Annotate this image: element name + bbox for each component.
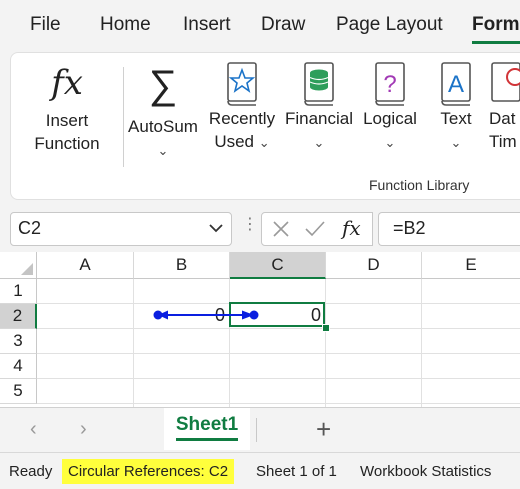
- financial-book-icon: [304, 62, 334, 106]
- insert-function-label-2: Function: [34, 134, 100, 153]
- logical-glyph: ?: [383, 71, 396, 98]
- text-glyph: A: [448, 71, 464, 98]
- recently-used-label-2: Used ⌄: [207, 130, 277, 154]
- text-label: Text: [440, 109, 472, 128]
- clock-book-icon: [491, 62, 520, 102]
- sheet-tab-bar: ‹ › Sheet1 +: [0, 407, 520, 452]
- tab-draw[interactable]: Draw: [261, 14, 305, 36]
- gridline: [325, 279, 326, 407]
- status-bar: Ready Circular References: C2 Sheet 1 of…: [0, 452, 520, 489]
- chevron-left-icon[interactable]: ‹: [30, 418, 37, 441]
- fill-handle[interactable]: [322, 324, 330, 332]
- gridline: [37, 328, 520, 329]
- tab-insert[interactable]: Insert: [183, 14, 231, 36]
- date-time-button[interactable]: Dat Tim: [489, 61, 520, 153]
- row-header-1[interactable]: 1: [0, 279, 37, 304]
- add-sheet-button[interactable]: +: [316, 414, 331, 445]
- financial-label: Financial: [284, 109, 354, 128]
- chevron-down-icon: ⌄: [157, 143, 169, 158]
- formula-text: =B2: [393, 218, 426, 238]
- sigma-icon: ∑: [148, 63, 178, 107]
- formula-input[interactable]: =B2: [378, 212, 520, 246]
- chevron-right-icon[interactable]: ›: [80, 418, 87, 441]
- sheet-tab-sheet1[interactable]: Sheet1: [164, 408, 250, 450]
- name-box[interactable]: C2: [10, 212, 232, 246]
- chevron-down-icon: ⌄: [384, 135, 396, 150]
- gridline: [421, 279, 422, 407]
- chevron-down-icon[interactable]: [209, 223, 223, 233]
- row-header-4[interactable]: 4: [0, 354, 37, 379]
- sheet-tab-label: Sheet1: [175, 414, 239, 441]
- insert-function-fx-icon[interactable]: fx: [342, 216, 361, 240]
- tab-page-layout[interactable]: Page Layout: [336, 14, 443, 36]
- column-header-a[interactable]: A: [37, 252, 134, 279]
- chevron-down-icon: ⌄: [450, 135, 462, 150]
- column-header-d[interactable]: D: [326, 252, 422, 279]
- chevron-down-icon: ⌄: [258, 135, 270, 150]
- financial-button[interactable]: Financial ⌄: [283, 61, 355, 154]
- select-all-corner[interactable]: [0, 252, 37, 279]
- column-header-e[interactable]: E: [422, 252, 520, 279]
- select-all-triangle-icon: [21, 263, 33, 275]
- group-label-function-library: Function Library: [369, 177, 470, 193]
- formula-actions: fx: [261, 212, 373, 246]
- date-time-label-1: Dat: [489, 109, 516, 128]
- trace-precedents-arrow: [153, 310, 259, 320]
- recently-used-button[interactable]: Recently Used ⌄: [207, 61, 277, 154]
- column-header-b[interactable]: B: [134, 252, 230, 279]
- date-time-label-2: Tim: [489, 132, 517, 151]
- tab-home[interactable]: Home: [100, 14, 151, 36]
- logical-label: Logical: [363, 109, 417, 128]
- gridline: [37, 353, 520, 354]
- ribbon-panel: fx Insert Function ∑ AutoSum ⌄ Recently …: [10, 52, 520, 200]
- more-options-icon[interactable]: ⋮: [242, 214, 258, 234]
- row-header-3[interactable]: 3: [0, 329, 37, 354]
- gridline: [133, 279, 134, 407]
- status-ready: Ready: [9, 463, 53, 480]
- name-box-value: C2: [18, 218, 42, 238]
- row-header-2[interactable]: 2: [0, 304, 37, 329]
- workbook-statistics-button[interactable]: Workbook Statistics: [360, 463, 491, 480]
- chevron-down-icon: ⌄: [313, 135, 325, 150]
- autosum-label: AutoSum: [128, 117, 198, 136]
- ribbon-tabs: File Home Insert Draw Page Layout Form: [0, 0, 520, 50]
- tab-file[interactable]: File: [30, 14, 61, 36]
- recently-used-label-1: Recently: [208, 109, 276, 128]
- insert-function-button[interactable]: fx Insert Function: [27, 61, 107, 155]
- text-functions-button[interactable]: A Text ⌄: [429, 61, 483, 154]
- enter-check-icon[interactable]: [304, 220, 326, 238]
- tab-divider: [256, 418, 257, 442]
- status-sheet-info: Sheet 1 of 1: [256, 463, 337, 480]
- cancel-icon[interactable]: [272, 220, 290, 238]
- recently-used-label-text: Used: [214, 132, 255, 151]
- tab-formulas[interactable]: Form: [472, 14, 520, 36]
- text-book-icon: A: [441, 62, 471, 106]
- gridline: [229, 279, 230, 407]
- fx-icon: fx: [51, 63, 83, 103]
- gridline: [37, 403, 520, 404]
- column-header-c[interactable]: C: [230, 252, 326, 279]
- autosum-button[interactable]: ∑ AutoSum ⌄: [123, 61, 203, 162]
- star-book-icon: [227, 62, 257, 106]
- logical-book-icon: ?: [375, 62, 405, 106]
- status-circular-references[interactable]: Circular References: C2: [62, 459, 235, 484]
- logical-button[interactable]: ? Logical ⌄: [357, 61, 423, 154]
- insert-function-label-1: Insert: [45, 111, 89, 130]
- active-tab-indicator: [472, 41, 520, 44]
- row-header-5[interactable]: 5: [0, 379, 37, 404]
- gridline: [37, 378, 520, 379]
